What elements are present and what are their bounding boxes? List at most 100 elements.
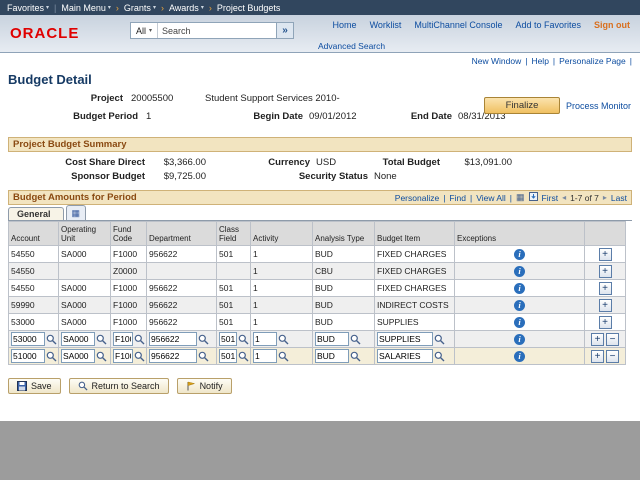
- tab-general[interactable]: General: [8, 207, 64, 220]
- page-action-link[interactable]: New Window: [472, 56, 522, 66]
- lookup-icon[interactable]: [134, 334, 145, 345]
- column-header[interactable]: Fund Code: [111, 222, 147, 246]
- breadcrumb-item[interactable]: Project Budgets: [217, 3, 281, 13]
- add-row-button[interactable]: +: [599, 265, 612, 278]
- last-link[interactable]: Last: [611, 193, 627, 203]
- analysis-type-input[interactable]: [315, 349, 349, 363]
- lookup-icon[interactable]: [46, 334, 57, 345]
- lookup-icon[interactable]: [198, 351, 209, 362]
- advanced-search-link[interactable]: Advanced Search: [318, 41, 385, 51]
- budget-item-input[interactable]: [377, 349, 433, 363]
- lookup-icon[interactable]: [350, 334, 361, 345]
- exception-info-icon[interactable]: i: [514, 351, 525, 362]
- column-header[interactable]: Department: [147, 222, 217, 246]
- fund-code-input[interactable]: [113, 332, 133, 346]
- add-row-button[interactable]: +: [591, 350, 604, 363]
- column-header[interactable]: Analysis Type: [313, 222, 375, 246]
- lookup-icon[interactable]: [96, 334, 107, 345]
- breadcrumb-item[interactable]: Main Menu▾: [61, 3, 111, 13]
- lookup-icon[interactable]: [238, 334, 249, 345]
- save-button[interactable]: Save: [8, 378, 61, 394]
- download-icon[interactable]: [529, 192, 538, 203]
- show-all-columns-tab[interactable]: ▦: [66, 205, 87, 220]
- exception-info-icon[interactable]: i: [514, 300, 525, 311]
- header-link[interactable]: Add to Favorites: [515, 20, 581, 30]
- exception-info-icon[interactable]: i: [514, 266, 525, 277]
- analysis-type-input[interactable]: [315, 332, 349, 346]
- table-row: 59990SA000F10009566225011BUDINDIRECT COS…: [9, 297, 626, 314]
- lookup-icon[interactable]: [238, 351, 249, 362]
- header-link[interactable]: Home: [333, 20, 357, 30]
- previous-page-icon[interactable]: ◂: [562, 193, 566, 202]
- fund-code-cell: F1000: [111, 280, 147, 297]
- add-row-button[interactable]: +: [591, 333, 604, 346]
- column-header[interactable]: Budget Item: [375, 222, 455, 246]
- finalize-button[interactable]: Finalize: [484, 97, 560, 114]
- breadcrumb-item[interactable]: Favorites▾: [7, 3, 49, 13]
- column-header[interactable]: Activity: [251, 222, 313, 246]
- add-row-button[interactable]: +: [599, 299, 612, 312]
- security-status-value: None: [374, 171, 397, 182]
- column-header[interactable]: Exceptions: [455, 222, 585, 246]
- lookup-icon[interactable]: [96, 351, 107, 362]
- lookup-icon[interactable]: [434, 334, 445, 345]
- class-field-input[interactable]: [219, 332, 237, 346]
- delete-row-button[interactable]: −: [606, 333, 619, 346]
- operating-unit-cell: SA000: [59, 280, 111, 297]
- operating-unit-input[interactable]: [61, 332, 95, 346]
- fund-code-input[interactable]: [113, 349, 133, 363]
- notify-button[interactable]: Notify: [177, 378, 232, 394]
- first-link[interactable]: First: [542, 193, 559, 203]
- personalize-link[interactable]: Personalize: [395, 193, 439, 203]
- add-row-button[interactable]: +: [599, 282, 612, 295]
- view-all-link[interactable]: View All: [476, 193, 506, 203]
- activity-input[interactable]: [253, 349, 277, 363]
- add-row-button[interactable]: +: [599, 316, 612, 329]
- lookup-icon[interactable]: [434, 351, 445, 362]
- lookup-icon[interactable]: [350, 351, 361, 362]
- zoom-grid-icon[interactable]: ▦: [516, 193, 525, 202]
- lookup-icon[interactable]: [278, 351, 289, 362]
- header-bar: ORACLE All ▾ » Advanced Search HomeWorkl…: [0, 15, 640, 53]
- department-input[interactable]: [149, 332, 197, 346]
- account-input[interactable]: [11, 332, 45, 346]
- header-links-slot: Home Worklist MultiChannel Console Add to F…: [333, 20, 581, 30]
- search-input[interactable]: [158, 23, 276, 38]
- column-header[interactable]: Account: [9, 222, 59, 246]
- lookup-icon[interactable]: [278, 334, 289, 345]
- breadcrumb-item[interactable]: Awards▾: [169, 3, 204, 13]
- class-field-input[interactable]: [219, 349, 237, 363]
- lookup-icon[interactable]: [198, 334, 209, 345]
- operating-unit-input[interactable]: [61, 349, 95, 363]
- account-input[interactable]: [11, 349, 45, 363]
- department-input[interactable]: [149, 349, 197, 363]
- next-page-icon[interactable]: ▸: [603, 193, 607, 202]
- separator: |: [470, 193, 472, 203]
- search-submit-button[interactable]: »: [276, 22, 294, 39]
- delete-row-button[interactable]: −: [606, 350, 619, 363]
- header-link[interactable]: Worklist: [370, 20, 402, 30]
- budget-item-input[interactable]: [377, 332, 433, 346]
- search-scope-dropdown[interactable]: All ▾: [131, 23, 158, 38]
- lookup-icon[interactable]: [134, 351, 145, 362]
- activity-input[interactable]: [253, 332, 277, 346]
- column-header[interactable]: Operating Unit: [59, 222, 111, 246]
- budget-item-cell: [375, 348, 455, 365]
- process-monitor-link[interactable]: Process Monitor: [566, 101, 631, 111]
- exception-info-icon[interactable]: i: [514, 283, 525, 294]
- breadcrumb-item[interactable]: Grants▾: [124, 3, 156, 13]
- exception-info-icon[interactable]: i: [514, 317, 525, 328]
- return-to-search-button[interactable]: Return to Search: [69, 378, 169, 394]
- column-header[interactable]: Class Field: [217, 222, 251, 246]
- page-action-link[interactable]: Personalize Page: [559, 56, 626, 66]
- analysis-type-cell: BUD: [313, 314, 375, 331]
- find-link[interactable]: Find: [449, 193, 466, 203]
- add-row-button[interactable]: +: [599, 248, 612, 261]
- header-link[interactable]: MultiChannel Console: [414, 20, 502, 30]
- lookup-icon[interactable]: [46, 351, 57, 362]
- exception-info-icon[interactable]: i: [514, 249, 525, 260]
- breadcrumb-separator: ›: [116, 3, 119, 13]
- page-action-link[interactable]: Help: [531, 56, 548, 66]
- sign-out-link[interactable]: Sign out: [594, 20, 630, 30]
- exception-info-icon[interactable]: i: [514, 334, 525, 345]
